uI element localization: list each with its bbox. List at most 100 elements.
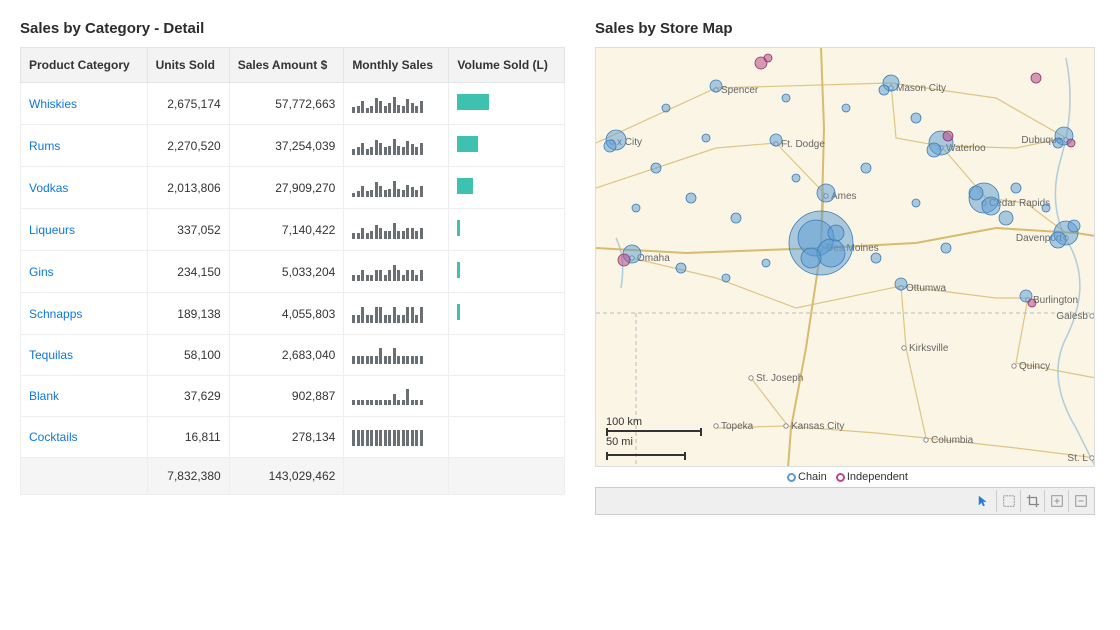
store-bubble[interactable]	[1068, 220, 1080, 232]
col-product-category[interactable]: Product Category	[21, 48, 148, 83]
col-volume-sold[interactable]: Volume Sold (L)	[449, 48, 565, 83]
units-cell: 2,270,520	[147, 125, 229, 167]
zoom-in-button[interactable]	[1044, 490, 1068, 512]
store-bubble[interactable]	[676, 263, 686, 273]
store-bubble[interactable]	[662, 104, 670, 112]
store-bubble[interactable]	[1053, 138, 1063, 148]
scale-km-label: 100 km	[606, 416, 642, 428]
table-row: Rums 2,270,52037,254,039	[21, 125, 565, 167]
category-link[interactable]: Liqueurs	[29, 223, 75, 237]
sparkline-cell	[344, 417, 449, 458]
sparkline-cell	[344, 209, 449, 251]
store-bubble[interactable]	[828, 225, 844, 241]
city-label: Spencer	[721, 85, 759, 96]
sales-by-store-title: Sales by Store Map	[595, 20, 1100, 37]
store-bubble[interactable]	[927, 143, 941, 157]
store-bubble[interactable]	[762, 259, 770, 267]
city-dot	[714, 424, 718, 428]
scale-mi-label: 50 mi	[606, 436, 633, 448]
store-bubble[interactable]	[618, 254, 630, 266]
city-label: St. Joseph	[756, 373, 803, 384]
category-link[interactable]: Blank	[29, 389, 59, 403]
volume-cell	[449, 83, 565, 125]
store-bubble[interactable]	[801, 248, 821, 268]
store-bubble[interactable]	[651, 163, 661, 173]
sparkline-cell	[344, 293, 449, 335]
table-row: Liqueurs 337,0527,140,422	[21, 209, 565, 251]
store-bubble[interactable]	[871, 253, 881, 263]
store-bubble[interactable]	[770, 134, 782, 146]
crop-tool-button[interactable]	[1020, 490, 1044, 512]
store-bubble[interactable]	[731, 213, 741, 223]
col-monthly-sales[interactable]: Monthly Sales	[344, 48, 449, 83]
city-label: Burlington	[1033, 295, 1078, 306]
units-cell: 189,138	[147, 293, 229, 335]
store-bubble[interactable]	[861, 163, 871, 173]
city-dot	[924, 438, 928, 442]
category-link[interactable]: Whiskies	[29, 97, 77, 111]
col-units-sold[interactable]: Units Sold	[147, 48, 229, 83]
store-bubble[interactable]	[912, 199, 920, 207]
store-bubble[interactable]	[1042, 204, 1050, 212]
store-bubble[interactable]	[702, 134, 710, 142]
sparkline-cell	[344, 83, 449, 125]
city-dot	[902, 346, 906, 350]
store-bubble[interactable]	[1011, 183, 1021, 193]
store-bubble[interactable]	[817, 184, 835, 202]
category-link[interactable]: Tequilas	[29, 348, 73, 362]
category-link[interactable]: Schnapps	[29, 307, 82, 321]
store-bubble[interactable]	[1050, 232, 1066, 248]
volume-cell	[449, 209, 565, 251]
units-cell: 37,629	[147, 376, 229, 417]
totals-row: 7,832,380143,029,462	[21, 458, 565, 495]
category-link[interactable]: Vodkas	[29, 181, 68, 195]
city-label: Mason City	[896, 83, 946, 94]
sales-cell: 7,140,422	[229, 209, 344, 251]
units-cell: 58,100	[147, 335, 229, 376]
store-bubble[interactable]	[782, 94, 790, 102]
store-bubble[interactable]	[817, 239, 845, 267]
store-bubble[interactable]	[686, 193, 696, 203]
store-bubble[interactable]	[999, 211, 1013, 225]
store-bubble[interactable]	[764, 54, 772, 62]
sparkline-cell	[344, 125, 449, 167]
city-label: Ottumwa	[906, 283, 946, 294]
city-label: Topeka	[721, 421, 754, 432]
sales-cell: 37,254,039	[229, 125, 344, 167]
store-bubble[interactable]	[982, 197, 1000, 215]
store-bubble[interactable]	[792, 174, 800, 182]
city-label: Quincy	[1019, 361, 1050, 372]
sales-cell: 4,055,803	[229, 293, 344, 335]
category-link[interactable]: Cocktails	[29, 430, 78, 444]
store-bubble[interactable]	[879, 85, 889, 95]
category-link[interactable]: Rums	[29, 139, 60, 153]
store-bubble[interactable]	[943, 131, 953, 141]
legend-swatch-independent	[836, 473, 845, 482]
store-bubble[interactable]	[604, 140, 616, 152]
map-legend: Chain Independent	[595, 467, 1100, 487]
units-cell: 337,052	[147, 209, 229, 251]
city-dot	[784, 424, 788, 428]
rect-select-button[interactable]	[996, 490, 1020, 512]
store-bubble[interactable]	[1028, 299, 1036, 307]
store-bubble[interactable]	[1067, 139, 1075, 147]
store-bubble[interactable]	[710, 80, 722, 92]
store-bubble[interactable]	[895, 278, 907, 290]
volume-cell	[449, 251, 565, 293]
city-label: Omaha	[637, 253, 670, 264]
store-bubble[interactable]	[842, 104, 850, 112]
zoom-out-button[interactable]	[1068, 490, 1092, 512]
sales-cell: 902,887	[229, 376, 344, 417]
store-map[interactable]: SpencerMason Cityx CityFt. DodgeWaterloo…	[595, 47, 1095, 467]
category-link[interactable]: Gins	[29, 265, 54, 279]
store-bubble[interactable]	[911, 113, 921, 123]
table-row: Vodkas2,013,80627,909,270	[21, 167, 565, 209]
store-bubble[interactable]	[941, 243, 951, 253]
pointer-tool-button[interactable]	[972, 490, 996, 512]
store-bubble[interactable]	[632, 204, 640, 212]
col-sales-amount[interactable]: Sales Amount $	[229, 48, 344, 83]
store-bubble[interactable]	[969, 186, 983, 200]
store-bubble[interactable]	[722, 274, 730, 282]
store-bubble[interactable]	[1031, 73, 1041, 83]
table-row: Gins234,1505,033,204	[21, 251, 565, 293]
